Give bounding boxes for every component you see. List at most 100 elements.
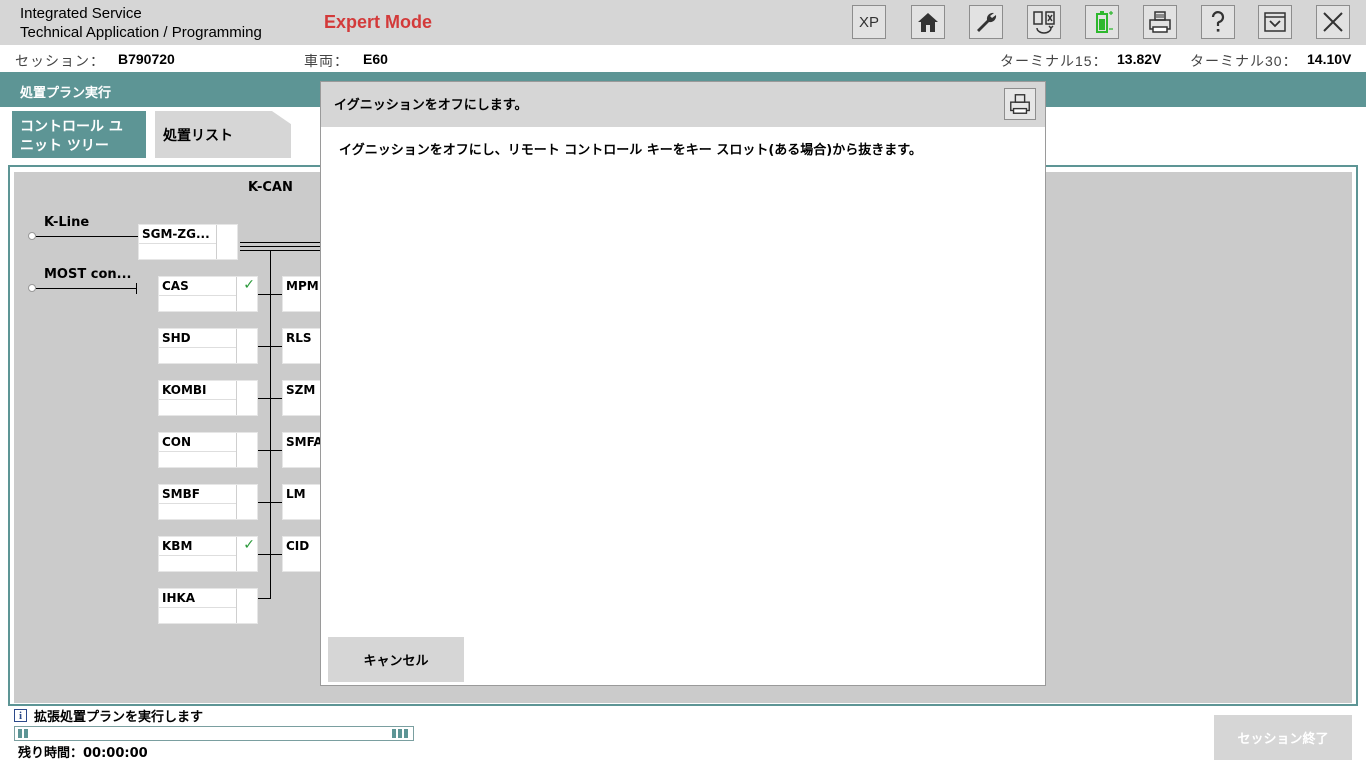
section-title: 処置プラン実行 <box>20 86 112 101</box>
ecu-name: KBM <box>162 539 193 553</box>
remaining-time: 残り時間：00:00:00 <box>18 746 148 761</box>
ignition-off-dialog: イグニッションをオフにします。 イグニッションをオフにし、リモート コントロール… <box>320 81 1046 686</box>
vehicle-label: 車両： <box>304 53 349 69</box>
most-terminator <box>136 283 137 294</box>
xp-button[interactable]: XP <box>852 5 886 39</box>
progress-segment <box>404 729 408 738</box>
ecu-divider <box>236 329 237 363</box>
close-icon <box>1323 12 1343 32</box>
ecu-kombi[interactable]: KOMBI <box>158 380 258 416</box>
ecu-name: SZM <box>286 383 316 397</box>
ecu-name: CID <box>286 539 310 553</box>
tree-connector <box>258 598 271 599</box>
transfer-icon <box>1033 11 1055 34</box>
status-row: i 拡張処置プランを実行します <box>14 706 203 725</box>
cancel-button[interactable]: キャンセル <box>328 637 464 682</box>
ecu-lm[interactable]: LM <box>282 484 322 520</box>
ecu-smbf[interactable]: SMBF <box>158 484 258 520</box>
ecu-divider <box>159 295 237 296</box>
app-header: Integrated Service Technical Application… <box>0 0 1366 45</box>
tab-control-unit-tree-line1: コントロール ユ <box>20 119 123 135</box>
ecu-divider <box>236 589 237 623</box>
ecu-smfa[interactable]: SMFA <box>282 432 323 468</box>
k-line-connector <box>36 236 138 237</box>
app-title-line1: Integrated Service <box>20 5 142 22</box>
k-can-bus-line <box>240 242 320 243</box>
session-label: セッション： <box>15 53 105 69</box>
tree-connector <box>258 502 282 503</box>
service-functions-button[interactable] <box>969 5 1003 39</box>
tab-action-list[interactable]: 処置リスト <box>155 111 291 158</box>
app-title: Integrated Service Technical Application… <box>20 4 262 42</box>
ecu-ihka[interactable]: IHKA <box>158 588 258 624</box>
dialog-print-button[interactable] <box>1004 88 1036 120</box>
ecu-divider <box>159 451 237 452</box>
ecu-cas[interactable]: CAS ✓ <box>158 276 258 312</box>
check-icon: ✓ <box>243 277 255 293</box>
bus-most-node <box>28 284 36 292</box>
printer-icon <box>1149 11 1171 33</box>
terminal15-value: 13.82V <box>1117 51 1162 67</box>
vehicle-value: E60 <box>363 51 388 67</box>
home-icon <box>918 13 938 32</box>
tab-control-unit-tree-line2: ニット ツリー <box>20 138 109 154</box>
ecu-divider <box>159 555 237 556</box>
home-button[interactable] <box>911 5 945 39</box>
ecu-divider <box>236 277 237 311</box>
xp-icon: XP <box>858 13 879 31</box>
ecu-gateway[interactable]: SGM-ZG... <box>138 224 238 260</box>
progress-segment <box>398 729 402 738</box>
window-menu-button[interactable] <box>1258 5 1292 39</box>
close-button[interactable] <box>1316 5 1350 39</box>
ecu-mpm[interactable]: MPM <box>282 276 322 312</box>
dialog-title: イグニッションをオフにします。 <box>334 98 528 113</box>
battery-button[interactable] <box>1085 5 1119 39</box>
ecu-divider <box>236 381 237 415</box>
ecu-con[interactable]: CON <box>158 432 258 468</box>
ecu-shd[interactable]: SHD <box>158 328 258 364</box>
end-session-button[interactable]: セッション終了 <box>1214 715 1352 760</box>
bus-most-label: MOST con... <box>44 267 132 282</box>
tree-connector <box>258 346 282 347</box>
ecu-divider <box>139 243 217 244</box>
tab-control-unit-tree[interactable]: コントロール ユ ニット ツリー <box>12 111 146 158</box>
tree-connector <box>258 450 282 451</box>
ecu-name: SHD <box>162 331 191 345</box>
ecu-divider <box>159 607 237 608</box>
print-button[interactable] <box>1143 5 1177 39</box>
check-icon: ✓ <box>243 537 255 553</box>
ecu-kbm[interactable]: KBM ✓ <box>158 536 258 572</box>
ecu-cid[interactable]: CID <box>282 536 322 572</box>
progress-bar <box>14 726 414 741</box>
ecu-name: CAS <box>162 279 189 293</box>
k-can-bus-line <box>240 246 320 247</box>
tree-connector <box>258 294 282 295</box>
ecu-divider <box>216 225 217 259</box>
ecu-name: SMBF <box>162 487 200 501</box>
ecu-szm[interactable]: SZM <box>282 380 322 416</box>
ecu-divider <box>236 537 237 571</box>
ecu-divider <box>159 347 237 348</box>
most-connector <box>36 288 136 289</box>
progress-segment <box>392 729 396 738</box>
ecu-name: MPM <box>286 279 319 293</box>
tree-connector <box>258 398 282 399</box>
session-value: B790720 <box>118 51 175 67</box>
info-icon: i <box>14 709 27 722</box>
data-transfer-button[interactable] <box>1027 5 1061 39</box>
ecu-divider <box>159 503 237 504</box>
ecu-name: CON <box>162 435 192 449</box>
help-icon <box>1211 11 1225 32</box>
status-text: 拡張処置プランを実行します <box>34 710 204 725</box>
ecu-divider <box>236 433 237 467</box>
dialog-header: イグニッションをオフにします。 <box>321 82 1045 127</box>
dialog-message: イグニッションをオフにし、リモート コントロール キーをキー スロット(ある場合… <box>339 143 922 158</box>
ecu-divider <box>236 485 237 519</box>
help-button[interactable] <box>1201 5 1235 39</box>
ecu-name: LM <box>286 487 306 501</box>
ecu-rls[interactable]: RLS <box>282 328 322 364</box>
ecu-name: SMFA <box>286 435 323 449</box>
ecu-name: KOMBI <box>162 383 207 397</box>
printer-icon <box>1010 94 1030 114</box>
ecu-gateway-name: SGM-ZG... <box>142 227 210 241</box>
